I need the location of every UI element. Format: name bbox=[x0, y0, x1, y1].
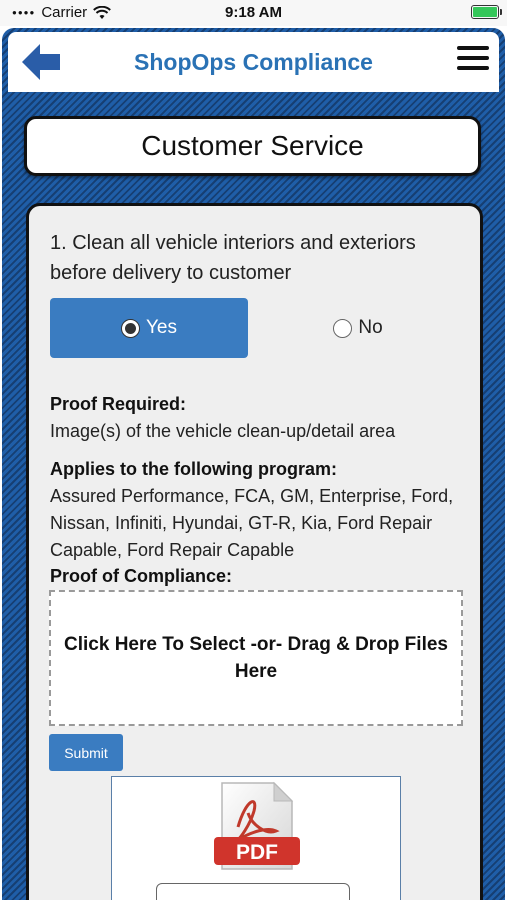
radio-checked-icon bbox=[121, 318, 140, 338]
applies-programs-text: Assured Performance, FCA, GM, Enterprise… bbox=[50, 486, 454, 560]
clock: 9:18 AM bbox=[225, 4, 282, 21]
yes-label: Yes bbox=[146, 317, 177, 338]
menu-button[interactable] bbox=[457, 46, 491, 76]
no-option-button[interactable]: No bbox=[259, 298, 457, 358]
drop-zone-text: Click Here To Select -or- Drag & Drop Fi… bbox=[64, 634, 448, 682]
hamburger-menu-icon bbox=[457, 46, 489, 50]
section-title: Customer Service bbox=[141, 130, 364, 161]
question-text: 1. Clean all vehicle interiors and exter… bbox=[50, 232, 416, 284]
proof-of-compliance-label: Proof of Compliance: bbox=[50, 566, 233, 586]
pdf-file-icon[interactable]: PDF bbox=[212, 781, 302, 873]
proof-required-text: Image(s) of the vehicle clean-up/detail … bbox=[50, 421, 396, 441]
battery-icon bbox=[471, 5, 502, 19]
applies-label: Applies to the following program: bbox=[50, 459, 337, 479]
question-card: 1. Clean all vehicle interiors and exter… bbox=[26, 203, 483, 900]
pdf-badge-text: PDF bbox=[236, 841, 278, 864]
submit-button[interactable]: Submit bbox=[49, 734, 123, 771]
radio-unchecked-icon bbox=[333, 318, 353, 338]
section-header: Customer Service bbox=[24, 116, 481, 176]
file-preview: PDF bbox=[111, 776, 401, 900]
app-frame: ShopOps Compliance Customer Service 1. C… bbox=[2, 28, 505, 900]
app-header: ShopOps Compliance bbox=[8, 32, 499, 92]
app-title: ShopOps Compliance bbox=[134, 49, 373, 75]
status-bar: ●●●● Carrier 9:18 AM bbox=[0, 0, 507, 26]
no-label: No bbox=[358, 317, 383, 338]
file-drop-zone[interactable]: Click Here To Select -or- Drag & Drop Fi… bbox=[49, 590, 463, 726]
yes-option-button[interactable]: Yes bbox=[50, 298, 248, 358]
file-name-field[interactable] bbox=[156, 883, 350, 900]
proof-required-label: Proof Required: bbox=[50, 394, 187, 414]
